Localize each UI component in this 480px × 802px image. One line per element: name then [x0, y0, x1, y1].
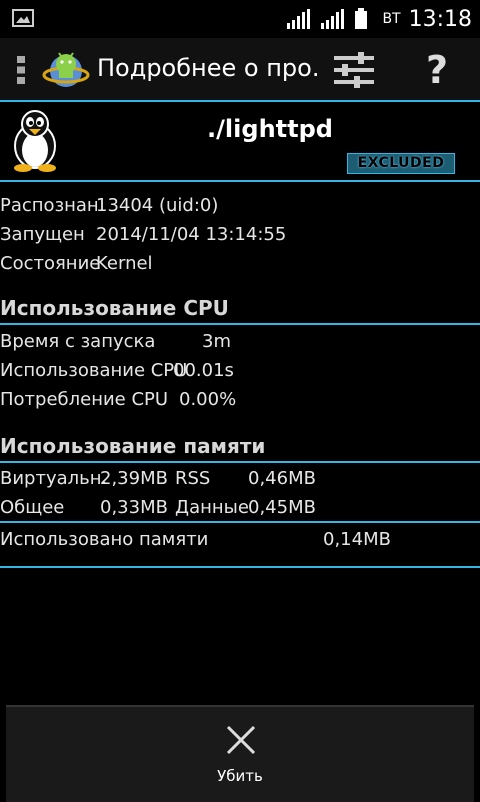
bottom-divider: [0, 566, 480, 568]
app-icon[interactable]: [42, 46, 90, 94]
memory-section-title: Использование памяти: [0, 434, 266, 458]
memory-row-virtual: Виртуальн.2,39MB RSS 0,46MB: [0, 465, 316, 493]
cpu-divider: [0, 323, 480, 325]
memory-row-shared: Общее 0,33MB Данные0,45MB: [0, 494, 316, 522]
signal-1-icon: [287, 9, 311, 29]
help-icon[interactable]: ?: [420, 46, 454, 94]
cpu-label: Использование CPU: [0, 360, 188, 381]
info-label: Состояние: [0, 253, 101, 274]
cpu-label: Потребление CPU: [0, 389, 169, 410]
process-name: ./lighttpd: [207, 115, 333, 143]
signal-2-icon: [321, 9, 345, 29]
close-icon: [226, 725, 256, 755]
status-day: ВТ: [382, 11, 401, 27]
memory-divider: [0, 461, 480, 463]
memory-used-divider: [0, 521, 480, 523]
info-row-started: Запущен 2014/11/04 13:14:55: [0, 221, 286, 249]
data-value: 0,45MB: [248, 497, 316, 518]
virtual-value: 2,39MB: [100, 468, 168, 489]
cpu-section-title: Использование CPU: [0, 296, 229, 320]
info-label: Распознан: [0, 195, 99, 216]
header-divider: [0, 180, 480, 182]
rss-value: 0,46MB: [248, 468, 316, 489]
virtual-label: Виртуальн.: [0, 468, 108, 489]
cpu-row-uptime: Время с запуска 3m: [0, 328, 231, 356]
action-bar: Подробнее о про... ?: [0, 38, 480, 100]
top-divider: [0, 100, 480, 102]
battery-icon: [355, 8, 368, 29]
cpu-label: Время с запуска: [0, 331, 156, 352]
overflow-menu-icon[interactable]: [14, 55, 28, 85]
info-value: 2014/11/04 13:14:55: [96, 224, 287, 245]
excluded-badge: EXCLUDED: [347, 153, 455, 174]
shared-label: Общее: [0, 497, 65, 518]
kill-button[interactable]: Убить: [6, 705, 474, 802]
cpu-value: 00.01s: [173, 360, 234, 381]
shared-value: 0,33MB: [100, 497, 168, 518]
linux-penguin-icon: [14, 110, 56, 172]
cpu-value: 0.00%: [179, 389, 237, 410]
kill-label: Убить: [217, 767, 263, 785]
rss-label: RSS: [175, 468, 211, 489]
info-label: Запущен: [0, 224, 85, 245]
cpu-row-usage: Использование CPU00.01s: [0, 357, 234, 385]
cpu-row-consumption: Потребление CPU 0.00%: [0, 386, 236, 414]
used-label: Использовано памяти: [0, 529, 209, 550]
image-icon: [12, 9, 34, 27]
info-value: 13404 (uid:0): [96, 195, 219, 216]
page-title: Подробнее о про...: [97, 54, 317, 82]
data-label: Данные: [175, 497, 249, 518]
info-value: Kernel: [96, 253, 153, 274]
info-row-recognized: Распознан13404 (uid:0): [0, 192, 218, 220]
status-bar: ВТ 13:18: [0, 0, 480, 38]
cpu-value: 3m: [202, 331, 231, 352]
memory-row-used: Использовано памяти 0,14MB: [0, 526, 391, 554]
status-time: 13:18: [408, 6, 472, 32]
filter-settings-icon[interactable]: [330, 50, 378, 90]
info-row-state: СостояниеKernel: [0, 250, 153, 278]
used-value: 0,14MB: [323, 529, 391, 550]
